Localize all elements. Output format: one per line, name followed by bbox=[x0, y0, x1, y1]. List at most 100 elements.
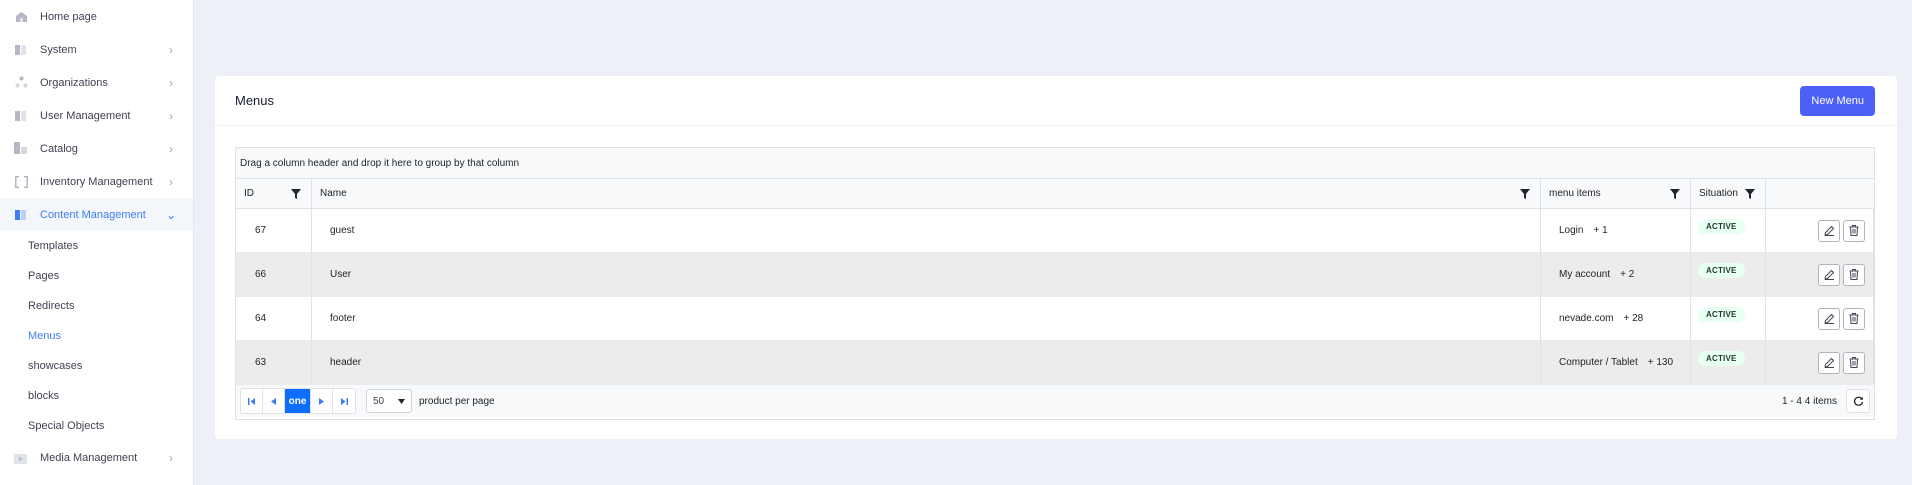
pencil-icon bbox=[1823, 225, 1834, 236]
status-badge: ACTIVE bbox=[1698, 263, 1745, 278]
pager-buttons: one bbox=[240, 388, 356, 414]
status-badge: ACTIVE bbox=[1698, 307, 1745, 322]
sidebar-subitem-blocks[interactable]: blocks bbox=[0, 381, 193, 411]
table-row: 67 guest Login + 1 ACTIVE bbox=[236, 209, 1874, 253]
current-page-button[interactable]: one bbox=[285, 389, 311, 413]
cell-situation: ACTIVE bbox=[1691, 253, 1766, 296]
cell-name: footer bbox=[312, 297, 1541, 340]
sidebar-item-media-management[interactable]: Media Management › bbox=[0, 441, 193, 474]
menu-item-label: Computer / Tablet bbox=[1559, 357, 1638, 368]
chevron-right-icon: › bbox=[169, 141, 173, 156]
sidebar-item-home-page[interactable]: Home page bbox=[0, 0, 193, 33]
edit-button[interactable] bbox=[1818, 219, 1840, 242]
filter-icon[interactable] bbox=[1520, 188, 1530, 199]
next-page-button[interactable] bbox=[311, 389, 333, 413]
refresh-button[interactable] bbox=[1846, 389, 1870, 413]
pager: one 50 product per page 1 - 4 4 items bbox=[236, 385, 1874, 417]
media-management-icon bbox=[14, 451, 28, 465]
table-row: 63 header Computer / Tablet + 130 ACTIVE bbox=[236, 341, 1874, 385]
edit-button[interactable] bbox=[1818, 351, 1840, 374]
filter-icon[interactable] bbox=[1670, 188, 1680, 199]
column-header-label: Name bbox=[320, 188, 347, 199]
caret-down-icon bbox=[398, 398, 405, 404]
first-page-icon bbox=[248, 397, 255, 405]
menu-item-label: Login bbox=[1559, 225, 1584, 236]
column-header-label: ID bbox=[244, 188, 254, 199]
menus-card: Menus New Menu Drag a column header and … bbox=[215, 76, 1897, 439]
cell-actions bbox=[1766, 253, 1874, 296]
menu-item-count: + 130 bbox=[1647, 357, 1674, 368]
catalog-icon bbox=[14, 142, 28, 156]
last-page-icon bbox=[340, 397, 348, 405]
sidebar: Home page System › Organizations › User … bbox=[0, 0, 194, 485]
page-size-label: product per page bbox=[419, 395, 495, 407]
delete-button[interactable] bbox=[1843, 219, 1865, 242]
sidebar-item-inventory-management[interactable]: Inventory Management › bbox=[0, 165, 193, 198]
refresh-icon bbox=[1853, 396, 1863, 406]
cell-id: 64 bbox=[236, 297, 312, 340]
menu-item-label: My account bbox=[1559, 269, 1611, 280]
last-page-button[interactable] bbox=[333, 389, 355, 413]
column-header-id[interactable]: ID bbox=[236, 179, 312, 208]
page-size-select[interactable]: 50 bbox=[366, 389, 412, 413]
column-header-menu-items[interactable]: menu items bbox=[1541, 179, 1691, 208]
chevron-right-icon: › bbox=[169, 108, 173, 123]
cell-id: 66 bbox=[236, 253, 312, 296]
inventory-icon bbox=[14, 175, 28, 189]
delete-button[interactable] bbox=[1843, 351, 1865, 374]
status-badge: ACTIVE bbox=[1698, 219, 1745, 234]
next-page-icon bbox=[319, 397, 324, 405]
menus-grid: Drag a column header and drop it here to… bbox=[235, 147, 1875, 420]
content-management-icon bbox=[14, 208, 28, 222]
sidebar-subitem-redirects[interactable]: Redirects bbox=[0, 291, 193, 321]
delete-button[interactable] bbox=[1843, 307, 1865, 330]
group-panel[interactable]: Drag a column header and drop it here to… bbox=[236, 148, 1874, 179]
sidebar-subitem-templates[interactable]: Templates bbox=[0, 231, 193, 261]
sidebar-item-catalog[interactable]: Catalog › bbox=[0, 132, 193, 165]
pencil-icon bbox=[1823, 313, 1834, 324]
trash-icon bbox=[1849, 269, 1859, 280]
chevron-right-icon: › bbox=[169, 450, 173, 465]
cell-name: header bbox=[312, 341, 1541, 384]
chevron-right-icon: › bbox=[169, 174, 173, 189]
first-page-button[interactable] bbox=[241, 389, 263, 413]
trash-icon bbox=[1849, 357, 1859, 368]
cell-actions bbox=[1766, 341, 1874, 384]
sidebar-item-organizations[interactable]: Organizations › bbox=[0, 66, 193, 99]
cell-actions bbox=[1766, 297, 1874, 340]
organizations-icon bbox=[14, 76, 28, 90]
filter-icon[interactable] bbox=[1744, 188, 1755, 199]
delete-button[interactable] bbox=[1843, 263, 1865, 286]
column-header-name[interactable]: Name bbox=[312, 179, 1541, 208]
sidebar-subitem-menus[interactable]: Menus bbox=[0, 321, 193, 351]
sidebar-item-user-management[interactable]: User Management › bbox=[0, 99, 193, 132]
cell-menu-items: Computer / Tablet + 130 bbox=[1541, 341, 1691, 384]
menu-item-count: + 28 bbox=[1623, 313, 1644, 324]
sidebar-subitem-pages[interactable]: Pages bbox=[0, 261, 193, 291]
page-title: Menus bbox=[235, 93, 275, 108]
edit-button[interactable] bbox=[1818, 263, 1840, 286]
cell-id: 67 bbox=[236, 209, 312, 252]
edit-button[interactable] bbox=[1818, 307, 1840, 330]
sidebar-item-label: Organizations bbox=[40, 76, 108, 89]
column-header-situation[interactable]: Situation bbox=[1691, 179, 1766, 208]
sidebar-item-content-management[interactable]: Content Management ⌄ bbox=[0, 198, 193, 231]
sidebar-item-system[interactable]: System › bbox=[0, 33, 193, 66]
sidebar-subitem-showcases[interactable]: showcases bbox=[0, 351, 193, 381]
previous-page-button[interactable] bbox=[263, 389, 285, 413]
menu-item-count: + 2 bbox=[1620, 269, 1635, 280]
chevron-down-icon: ⌄ bbox=[165, 207, 177, 222]
cell-actions bbox=[1766, 209, 1874, 252]
menu-item-count: + 1 bbox=[1593, 225, 1608, 236]
filter-icon[interactable] bbox=[291, 188, 301, 199]
cell-name: guest bbox=[312, 209, 1541, 252]
pager-info: 1 - 4 4 items bbox=[1781, 395, 1837, 407]
new-menu-button[interactable]: New Menu bbox=[1800, 85, 1875, 116]
sidebar-item-label: System bbox=[40, 43, 77, 56]
sidebar-item-label: Media Management bbox=[40, 451, 138, 464]
previous-page-icon bbox=[271, 397, 276, 405]
chevron-right-icon: › bbox=[169, 42, 173, 57]
cell-menu-items: My account + 2 bbox=[1541, 253, 1691, 296]
sidebar-subitem-special-objects[interactable]: Special Objects bbox=[0, 411, 193, 441]
sidebar-item-label: Inventory Management bbox=[40, 175, 153, 188]
